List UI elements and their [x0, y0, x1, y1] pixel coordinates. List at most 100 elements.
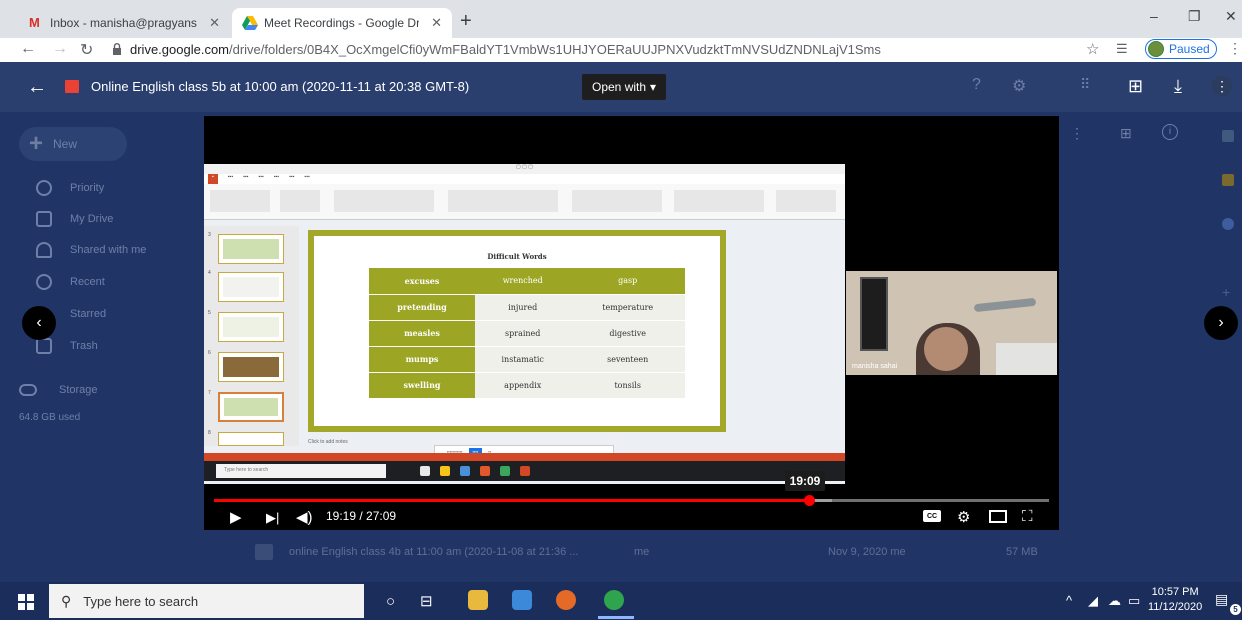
profile-paused-button[interactable]: Paused — [1145, 39, 1217, 59]
sidebar-item-label: Shared with me — [70, 244, 147, 256]
taskbar-app-icon[interactable] — [512, 590, 532, 610]
powerpoint-titlebar: ▢ ▢ ▢ — [204, 164, 845, 174]
search-placeholder: Type here to search — [83, 593, 199, 609]
captions-button[interactable]: CC — [923, 510, 941, 522]
sidebar-item-label: My Drive — [70, 213, 114, 225]
video-file-icon — [65, 80, 79, 93]
table-row: pretending injured temperature — [369, 294, 685, 321]
add-to-drive-icon[interactable]: ⊞ — [1128, 76, 1143, 97]
restore-button[interactable]: ❐ — [1188, 8, 1201, 25]
browser-tab-strip: Inbox - manisha@pragyanschool ✕ Meet Rec… — [0, 0, 1242, 38]
file-title: Online English class 5b at 10:00 am (202… — [91, 79, 470, 94]
participant-face — [924, 327, 968, 371]
plus-icon: + — [1222, 284, 1231, 300]
active-app-indicator — [598, 616, 634, 619]
previous-file-button[interactable]: ‹ — [22, 306, 56, 340]
table-cell: measles — [369, 320, 475, 347]
sidebar-item-label: Trash — [70, 340, 98, 352]
video-player[interactable]: ▢ ▢ ▢ ▪▪▪▪▪▪▪▪▪▪▪▪▪▪▪▪▪▪▪ 3 4 5 6 — [204, 116, 1059, 530]
table-cell: sprained — [475, 320, 571, 347]
settings-gear-icon[interactable]: ⚙ — [957, 508, 970, 526]
table-cell: tonsils — [570, 372, 685, 399]
chrome-menu-icon[interactable]: ⋮ — [1228, 40, 1242, 57]
sidebar-item-label: Starred — [70, 308, 107, 320]
cortana-icon[interactable]: ○ — [386, 590, 395, 612]
table-cell: temperature — [570, 294, 685, 321]
sidebar-item-storage: Storage — [19, 380, 98, 400]
reading-list-icon[interactable]: ☰ — [1116, 41, 1128, 57]
settings-icon: ⚙ — [1012, 78, 1027, 95]
forward-arrow-icon[interactable]: → — [52, 40, 68, 58]
file-owner: me — [634, 546, 650, 558]
volume-icon[interactable]: ◀) — [296, 508, 313, 526]
taskbar-clock[interactable]: 10:57 PM 11/12/2020 — [1148, 585, 1202, 615]
chrome-icon[interactable] — [604, 590, 624, 610]
plus-icon: + — [29, 130, 44, 157]
tab-title: Meet Recordings - Google Drive — [264, 16, 420, 30]
windows-start-icon[interactable] — [18, 594, 34, 610]
back-arrow-icon[interactable]: ← — [20, 40, 36, 58]
sidebar-item-my-drive: My Drive — [36, 209, 113, 229]
firefox-icon[interactable] — [556, 590, 576, 610]
sidebar-item-shared: Shared with me — [36, 240, 146, 260]
task-view-icon[interactable]: ⊟ — [420, 590, 433, 612]
table-row: measles sprained digestive — [369, 320, 685, 347]
table-cell: pretending — [369, 294, 475, 321]
table-cell: appendix — [475, 372, 571, 399]
notification-count-badge: 5 — [1230, 604, 1241, 615]
minimize-button[interactable]: – — [1150, 8, 1158, 24]
tab-close-icon[interactable]: ✕ — [431, 15, 442, 31]
tab-close-icon[interactable]: ✕ — [209, 15, 220, 31]
tray-app-icon[interactable]: ◢ — [1088, 593, 1098, 609]
onedrive-cloud-icon[interactable]: ☁ — [1108, 593, 1121, 609]
slide-thumbnail — [218, 234, 284, 264]
close-viewer-arrow-icon[interactable]: ← — [27, 76, 47, 99]
close-window-button[interactable]: ✕ — [1225, 8, 1237, 25]
play-icon[interactable]: ▶ — [230, 508, 242, 526]
avatar — [1148, 41, 1164, 57]
tab-google-drive[interactable]: Meet Recordings - Google Drive ✕ — [232, 8, 452, 38]
file-size: 57 MB — [1006, 546, 1038, 558]
bookmark-star-icon[interactable]: ☆ — [1086, 40, 1099, 58]
battery-icon[interactable]: ▭ — [1128, 593, 1140, 609]
cloud-icon — [19, 384, 37, 396]
new-tab-button[interactable]: + — [460, 11, 472, 31]
url-bar[interactable]: drive.google.com/drive/folders/0B4X_OcXm… — [112, 38, 1067, 60]
time-readout: 19:19 / 27:09 — [326, 509, 397, 523]
table-cell: mumps — [369, 346, 475, 373]
open-with-button[interactable]: Open with ▾ — [582, 74, 667, 100]
table-cell: wrenched — [475, 268, 571, 295]
fullscreen-icon[interactable]: ⛶ — [1022, 508, 1033, 525]
check-circle-icon — [36, 180, 52, 196]
slide-title: Difficult Words — [487, 252, 547, 261]
taskbar-search-input[interactable]: ⚲ Type here to search — [49, 584, 364, 618]
sidebar-item-label: Recent — [70, 276, 105, 288]
next-icon[interactable]: ▶| — [266, 510, 279, 526]
notification-center-icon[interactable]: ▤ — [1215, 591, 1228, 608]
download-icon[interactable]: ⤓ — [1174, 76, 1182, 97]
tray-chevron-up-icon[interactable]: ^ — [1066, 593, 1072, 608]
slide-notes-placeholder: Click to add notes — [308, 439, 348, 445]
info-icon: i — [1162, 124, 1178, 140]
open-with-label: Open with — [592, 80, 647, 94]
storage-used: 64.8 GB used — [19, 412, 81, 423]
apps-grid-icon: ⠿ — [1080, 76, 1091, 92]
slide-thumbnail — [218, 312, 284, 342]
table-cell: excuses — [369, 268, 475, 295]
clock-icon — [36, 274, 52, 290]
webcam-video: manisha sahai — [846, 271, 1057, 375]
miniplayer-icon[interactable] — [989, 510, 1007, 523]
difficult-words-table: excuses wrenched gasp pretending injured… — [369, 268, 685, 399]
file-explorer-icon[interactable] — [468, 590, 488, 610]
reload-icon[interactable]: ↻ — [80, 40, 93, 60]
table-row: mumps instamatic seventeen — [369, 346, 685, 373]
participant-name: manisha sahai — [852, 363, 898, 370]
table-cell: seventeen — [570, 346, 685, 373]
progress-bar[interactable] — [214, 495, 1049, 506]
address-bar-row: ← → ↻ drive.google.com/drive/folders/0B4… — [0, 38, 1242, 62]
google-drive-icon — [242, 16, 258, 30]
tasks-icon — [1222, 218, 1234, 230]
tab-gmail-inbox[interactable]: Inbox - manisha@pragyanschool ✕ — [18, 8, 230, 38]
table-row: excuses wrenched gasp — [369, 268, 685, 295]
more-actions-icon[interactable]: ⋮ — [1212, 76, 1232, 96]
